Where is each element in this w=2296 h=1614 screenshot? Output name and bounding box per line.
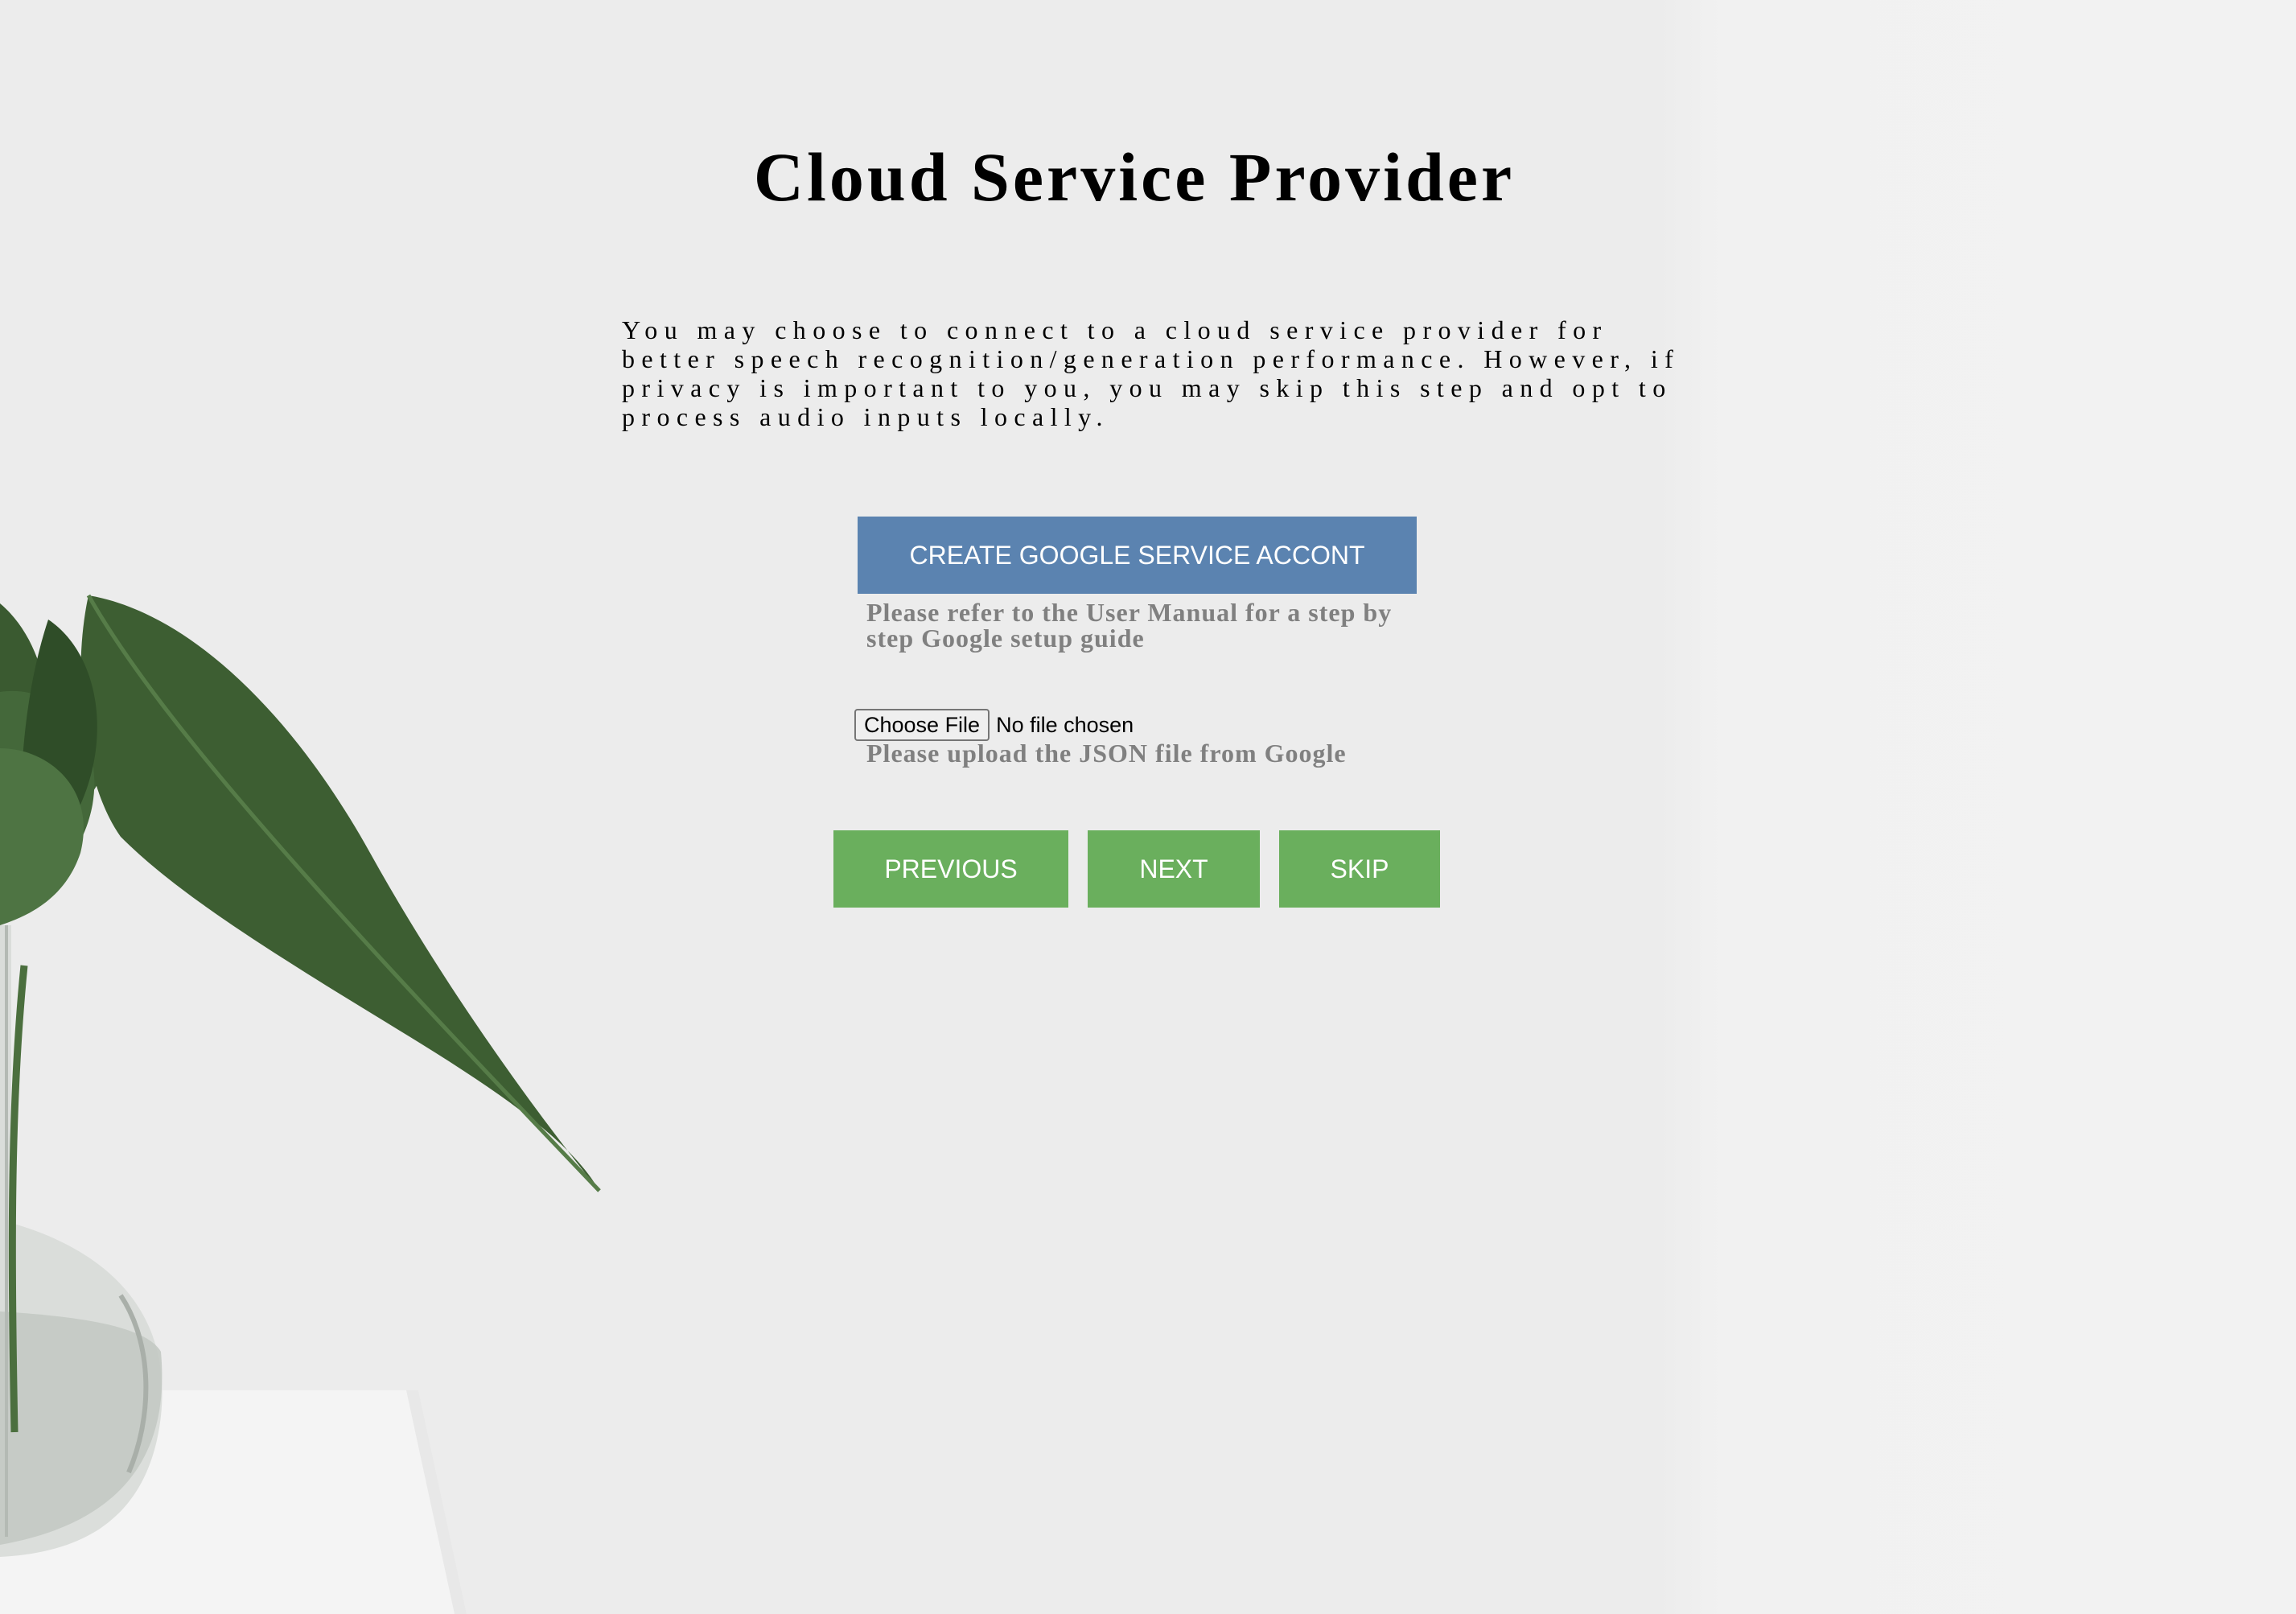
file-status-text: No file chosen <box>996 712 1134 737</box>
choose-file-button[interactable]: Choose File <box>854 709 990 741</box>
file-upload-control: Choose File No file chosen <box>854 709 1134 741</box>
page-title: Cloud Service Provider <box>753 138 1516 216</box>
intro-text: You may choose to connect to a cloud ser… <box>622 315 1681 431</box>
background-panel <box>1657 0 2296 1614</box>
previous-button[interactable]: PREVIOUS <box>833 830 1068 908</box>
upload-json-hint: Please upload the JSON file from Google <box>866 739 1347 768</box>
user-manual-hint: Please refer to the User Manual for a st… <box>866 598 1393 653</box>
plant-illustration <box>0 594 601 1557</box>
skip-button[interactable]: SKIP <box>1279 830 1440 908</box>
create-google-service-account-button[interactable]: CREATE GOOGLE SERVICE ACCONT <box>858 517 1417 594</box>
next-button[interactable]: NEXT <box>1088 830 1260 908</box>
